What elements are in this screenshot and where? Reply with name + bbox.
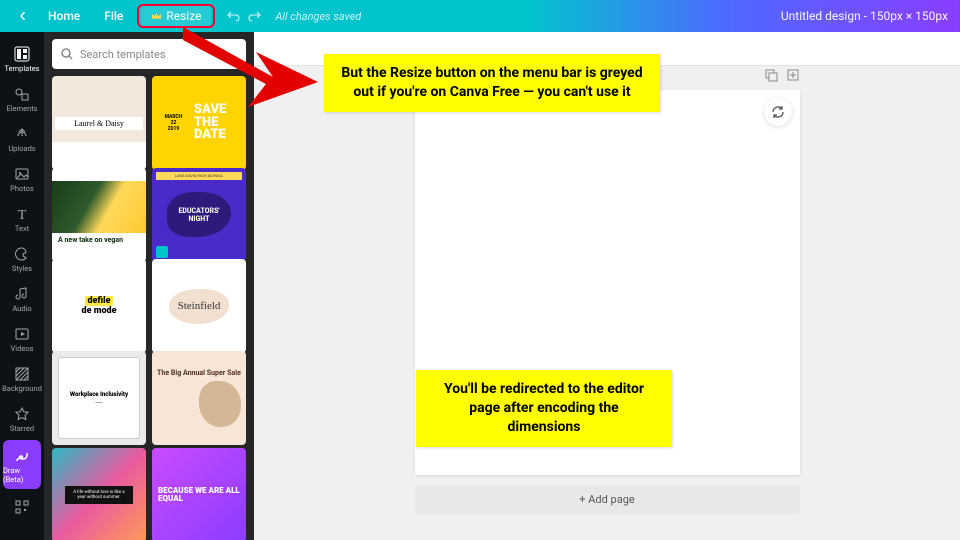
annotation-note: But the Resize button on the menu bar is… bbox=[324, 54, 660, 112]
template-thumb[interactable]: Workplace Inclusivity━━━ bbox=[52, 351, 146, 445]
sync-icon bbox=[770, 104, 786, 120]
svg-text:T: T bbox=[18, 208, 27, 222]
background-icon bbox=[13, 365, 31, 383]
text-icon: T bbox=[13, 205, 31, 223]
save-status: All changes saved bbox=[275, 10, 361, 23]
elements-icon bbox=[13, 85, 31, 103]
add-page-button[interactable]: + Add page bbox=[415, 485, 800, 514]
redo-icon[interactable] bbox=[247, 9, 261, 23]
crown-icon bbox=[151, 11, 162, 21]
play-icon bbox=[156, 246, 168, 258]
template-thumb[interactable]: The Big Annual Super Sale bbox=[152, 351, 246, 445]
search-icon bbox=[60, 47, 74, 61]
resize-label: Resize bbox=[166, 9, 201, 23]
template-thumb[interactable]: Steinfield bbox=[152, 259, 246, 353]
sidenav-more[interactable] bbox=[0, 491, 44, 521]
sidenav-elements[interactable]: Elements bbox=[0, 78, 44, 118]
template-thumb[interactable]: A life without love is like a year witho… bbox=[52, 448, 146, 540]
sidenav-starred[interactable]: Starred bbox=[0, 398, 44, 438]
sidenav-videos[interactable]: Videos bbox=[0, 318, 44, 358]
document-title[interactable]: Untitled design - 150px × 150px bbox=[781, 9, 948, 23]
audio-icon bbox=[13, 285, 31, 303]
templates-icon bbox=[13, 45, 31, 63]
sidenav-audio[interactable]: Audio bbox=[0, 278, 44, 318]
sync-button[interactable] bbox=[764, 98, 792, 126]
sidenav-templates[interactable]: Templates bbox=[0, 38, 44, 78]
draw-icon bbox=[13, 447, 31, 465]
template-thumb[interactable]: LAKE DAVIS HIGH SCHOOLEDUCATORS'NIGHT bbox=[152, 168, 246, 262]
sidenav-background[interactable]: Background bbox=[0, 358, 44, 398]
sidenav-uploads[interactable]: Uploads bbox=[0, 118, 44, 158]
styles-icon bbox=[13, 245, 31, 263]
sidenav-text[interactable]: T Text bbox=[0, 198, 44, 238]
chevron-left-icon bbox=[18, 11, 28, 21]
search-placeholder: Search templates bbox=[80, 48, 166, 61]
back-button[interactable] bbox=[12, 7, 34, 25]
top-menu-bar: Home File Resize All changes saved Untit… bbox=[0, 0, 960, 32]
arrow-annotation bbox=[178, 22, 328, 112]
template-thumb[interactable]: A new take on vegan bbox=[52, 168, 146, 262]
template-thumb[interactable]: BECAUSE WE ARE ALL EQUAL bbox=[152, 448, 246, 540]
file-button[interactable]: File bbox=[94, 5, 133, 27]
template-grid: Laurel & Daisy MARCH 22 2019SAVE THE DAT… bbox=[44, 76, 254, 540]
photos-icon bbox=[13, 165, 31, 183]
undo-redo-group bbox=[227, 9, 261, 23]
annotation-note: You'll be redirected to the editor page … bbox=[416, 370, 672, 447]
side-nav: Templates Elements Uploads Photos T Text… bbox=[0, 32, 44, 540]
sidenav-draw[interactable]: Draw (Beta) bbox=[3, 440, 41, 489]
home-button[interactable]: Home bbox=[38, 5, 90, 27]
page-controls bbox=[764, 68, 800, 82]
sidenav-photos[interactable]: Photos bbox=[0, 158, 44, 198]
qr-icon bbox=[13, 498, 31, 516]
duplicate-icon[interactable] bbox=[764, 68, 778, 82]
star-icon bbox=[13, 405, 31, 423]
add-icon[interactable] bbox=[786, 68, 800, 82]
template-thumb[interactable]: Laurel & Daisy bbox=[52, 76, 146, 170]
sidenav-styles[interactable]: Styles bbox=[0, 238, 44, 278]
template-thumb[interactable]: defilede mode bbox=[52, 259, 146, 353]
uploads-icon bbox=[13, 125, 31, 143]
videos-icon bbox=[13, 325, 31, 343]
undo-icon[interactable] bbox=[227, 9, 241, 23]
